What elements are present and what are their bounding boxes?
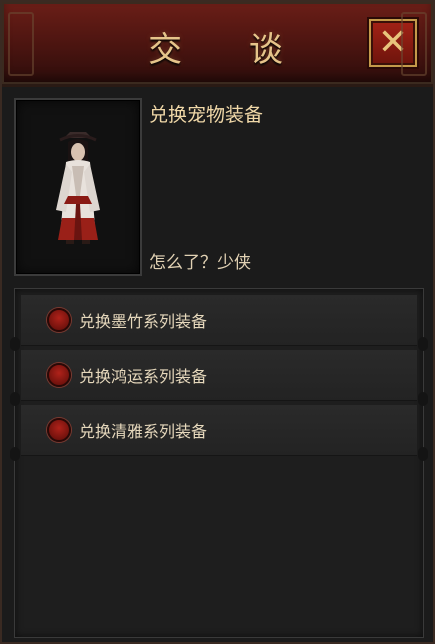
red-bullet-icon xyxy=(47,418,71,442)
option-mozhu-equipment[interactable]: 兑换墨竹系列装备 xyxy=(21,295,417,346)
red-bullet-icon xyxy=(47,308,71,332)
option-qingya-equipment[interactable]: 兑换清雅系列装备 xyxy=(21,405,417,456)
npc-title: 兑换宠物装备 xyxy=(149,104,264,126)
dialog-title-bar: 交 谈 ✕ xyxy=(2,2,433,87)
option-hongyun-equipment[interactable]: 兑换鸿运系列装备 xyxy=(21,350,417,401)
divider-notch xyxy=(418,337,428,351)
option-label: 兑换清雅系列装备 xyxy=(79,422,208,441)
option-label: 兑换墨竹系列装备 xyxy=(79,312,208,331)
option-label: 兑换鸿运系列装备 xyxy=(79,367,208,386)
close-button[interactable]: ✕ xyxy=(369,19,417,67)
npc-portrait-frame xyxy=(14,98,142,276)
divider-notch xyxy=(10,447,20,461)
npc-portrait xyxy=(56,132,100,244)
npc-dialogue-text: 怎么了？少侠 xyxy=(149,253,251,273)
dialog-options-list: 兑换墨竹系列装备 兑换鸿运系列装备 兑换清雅系列装备 xyxy=(10,288,428,638)
divider-notch xyxy=(10,337,20,351)
divider-notch xyxy=(418,447,428,461)
divider-notch xyxy=(418,392,428,406)
divider-notch xyxy=(10,392,20,406)
red-bullet-icon xyxy=(47,363,71,387)
dialog-window: 交 谈 ✕ 兑换宠物装备 怎么了？少侠 兑换墨竹系列装备 兑换鸿运系列装备 兑换… xyxy=(0,0,435,644)
close-icon: ✕ xyxy=(377,22,409,63)
